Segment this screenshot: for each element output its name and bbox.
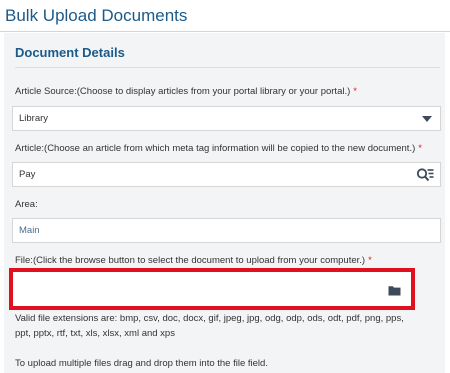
required-marker: * <box>368 255 372 266</box>
section-title: Document Details <box>15 45 125 60</box>
article-lookup-field[interactable]: Pay <box>12 162 441 187</box>
article-source-select[interactable]: Library <box>12 106 441 131</box>
caret-down-icon[interactable] <box>422 116 432 122</box>
drag-drop-help: To upload multiple files drag and drop t… <box>15 358 268 369</box>
folder-icon[interactable] <box>388 285 401 296</box>
file-extensions-help: Valid file extensions are: bmp, csv, doc… <box>15 311 435 341</box>
article-source-label: Article Source:(Choose to display articl… <box>15 86 357 97</box>
section-divider <box>15 67 440 68</box>
page-title: Bulk Upload Documents <box>5 6 188 25</box>
area-field[interactable]: Main <box>12 218 441 243</box>
required-marker: * <box>353 86 357 97</box>
article-value: Pay <box>19 169 36 180</box>
file-label: File:(Click the browse button to select … <box>15 255 372 266</box>
article-label: Article:(Choose an article from which me… <box>15 143 422 154</box>
search-list-icon[interactable] <box>416 167 434 183</box>
page-header: Bulk Upload Documents <box>0 0 450 32</box>
extensions-line-1: Valid file extensions are: bmp, csv, doc… <box>15 313 404 324</box>
file-upload-field[interactable] <box>9 268 415 310</box>
article-source-value: Library <box>19 113 49 124</box>
extensions-line-2: ppt, pptx, rtf, txt, xls, xlsx, xml and … <box>15 328 175 339</box>
area-label: Area: <box>15 199 38 210</box>
area-value: Main <box>19 225 40 236</box>
required-marker: * <box>418 143 422 154</box>
